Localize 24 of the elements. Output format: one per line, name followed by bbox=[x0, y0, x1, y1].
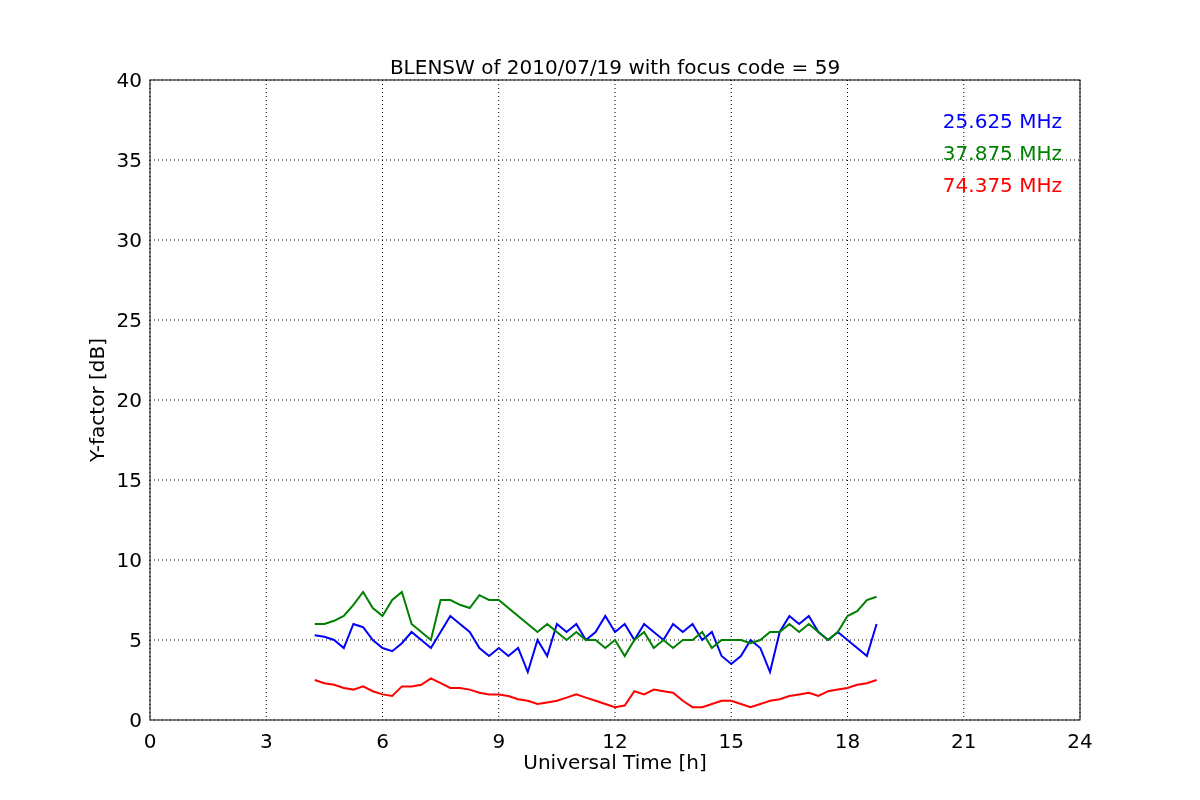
tick-label: 3 bbox=[259, 729, 273, 753]
tick-label: 35 bbox=[116, 148, 142, 172]
tick-label: 20 bbox=[116, 388, 142, 412]
tick-label: 15 bbox=[718, 729, 744, 753]
tick-label: 12 bbox=[602, 729, 628, 753]
tick-label: 9 bbox=[492, 729, 506, 753]
tick-label: 10 bbox=[116, 548, 142, 572]
tick-label: 15 bbox=[116, 468, 142, 492]
legend-label: 25.625 MHz bbox=[942, 109, 1062, 133]
legend-label: 74.375 MHz bbox=[942, 173, 1062, 197]
tick-label: 0 bbox=[129, 708, 142, 732]
tick-label: 0 bbox=[143, 729, 157, 753]
y-axis-label: Y-factor [dB] bbox=[85, 338, 109, 462]
tick-label: 21 bbox=[951, 729, 977, 753]
x-axis-label: Universal Time [h] bbox=[523, 750, 707, 774]
tick-label: 40 bbox=[116, 68, 142, 92]
tick-label: 18 bbox=[834, 729, 861, 753]
tick-label: 30 bbox=[116, 228, 142, 252]
legend-label: 37.875 MHz bbox=[942, 141, 1062, 165]
tick-label: 6 bbox=[376, 729, 389, 753]
tick-label: 5 bbox=[129, 628, 142, 652]
tick-label: 25 bbox=[116, 308, 142, 332]
chart-title: BLENSW of 2010/07/19 with focus code = 59 bbox=[389, 55, 841, 79]
tick-label: 24 bbox=[1067, 729, 1093, 753]
